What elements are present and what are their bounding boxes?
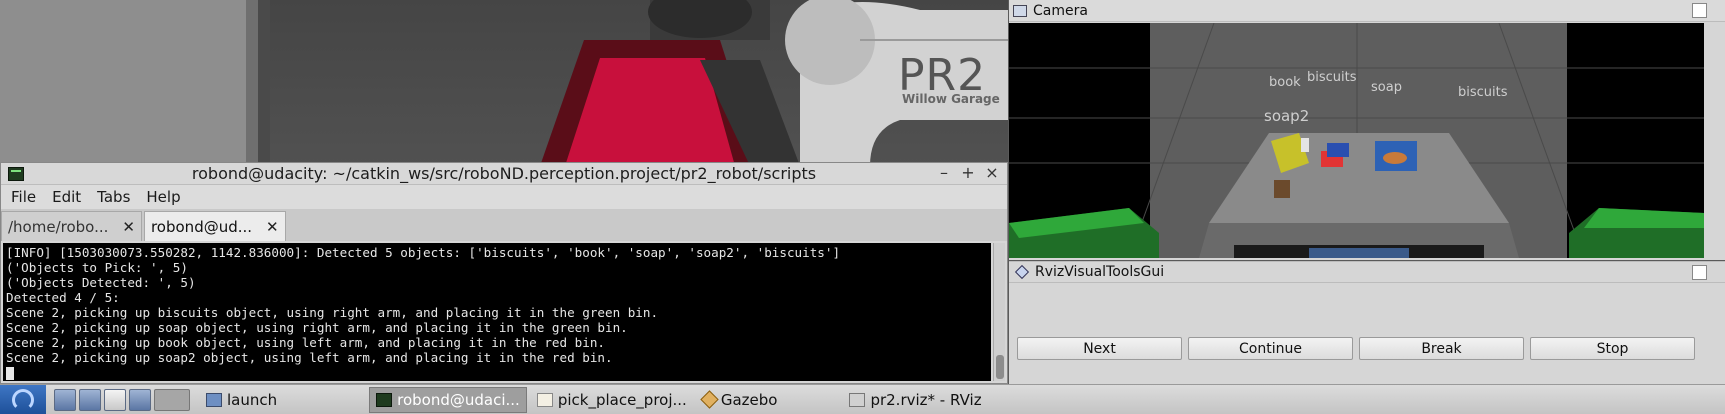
- camera-image[interactable]: book biscuits soap biscuits soap2: [1009, 23, 1704, 258]
- diamond-icon: [1014, 264, 1030, 280]
- workspace-switcher-icon[interactable]: [154, 388, 190, 411]
- tab-label: robond@ud...: [150, 217, 253, 236]
- stop-button[interactable]: Stop: [1530, 337, 1695, 360]
- menu-edit[interactable]: Edit: [46, 188, 87, 206]
- folder-icon: [206, 392, 222, 407]
- terminal-scrollbar[interactable]: [993, 243, 1005, 381]
- taskbar-item-editor[interactable]: pick_place_proj...: [531, 387, 693, 413]
- text-cursor: [6, 367, 14, 380]
- rviz-tools-header: RvizVisualToolsGui: [1009, 261, 1725, 283]
- start-icon: [12, 388, 34, 411]
- continue-button[interactable]: Continue: [1188, 337, 1353, 360]
- start-menu-button[interactable]: [0, 384, 46, 414]
- panel-close-checkbox[interactable]: [1692, 265, 1707, 280]
- desktop-icon[interactable]: [104, 388, 126, 411]
- rviz-tools-title: RvizVisualToolsGui: [1035, 264, 1165, 280]
- taskbar-item-label: pr2.rviz* - RViz: [870, 390, 982, 409]
- console-line: Scene 2, picking up soap2 object, using …: [6, 350, 613, 365]
- file-manager-icon[interactable]: [54, 388, 76, 411]
- taskbar-item-label: robond@udaci...: [397, 390, 520, 409]
- terminal-tab-1[interactable]: /home/robo... ✕: [1, 211, 142, 241]
- taskbar-item-label: Gazebo: [720, 390, 778, 409]
- tab-close-icon[interactable]: ✕: [122, 218, 135, 236]
- camera-icon: [1013, 4, 1027, 17]
- object-label-soap: soap: [1371, 80, 1402, 95]
- menu-help[interactable]: Help: [140, 188, 186, 206]
- console-line: Detected 4 / 5:: [6, 290, 120, 305]
- rviz-visual-tools-panel: RvizVisualToolsGui Next Continue Break S…: [1009, 261, 1725, 384]
- taskbar-item-rviz[interactable]: pr2.rviz* - RViz: [843, 387, 987, 413]
- terminal-titlebar[interactable]: robond@udacity: ~/catkin_ws/src/roboND.p…: [1, 163, 1007, 185]
- terminal-title: robond@udacity: ~/catkin_ws/src/roboND.p…: [191, 164, 817, 183]
- terminal-launcher-icon[interactable]: [79, 388, 101, 411]
- object-label-book: book: [1269, 75, 1301, 90]
- console-line: Scene 2, picking up soap object, using r…: [6, 320, 628, 335]
- tab-close-icon[interactable]: ✕: [266, 218, 279, 236]
- panel-close-checkbox[interactable]: [1692, 3, 1707, 18]
- document-icon: [536, 392, 553, 407]
- taskbar-item-label: pick_place_proj...: [557, 390, 687, 409]
- quick-launch: [54, 388, 190, 411]
- taskbar-item-label: launch: [227, 390, 278, 409]
- object-label-biscuits-2: biscuits: [1458, 85, 1508, 100]
- object-label-soap2: soap2: [1264, 107, 1310, 125]
- close-icon[interactable]: ×: [983, 164, 1001, 182]
- terminal-tabbar: /home/robo... ✕ robond@ud... ✕: [1, 209, 1007, 241]
- terminal-window[interactable]: robond@udacity: ~/catkin_ws/src/roboND.p…: [0, 162, 1008, 384]
- taskbar: launch robond@udaci... pick_place_proj..…: [0, 384, 1725, 414]
- taskbar-item-launch[interactable]: launch: [200, 387, 283, 413]
- gazebo-3d-view[interactable]: PR2 Willow Garage: [0, 0, 1008, 166]
- rviz-icon: [849, 392, 866, 407]
- camera-panel-header: Camera: [1009, 0, 1725, 22]
- terminal-menubar: File Edit Tabs Help: [1, 185, 1007, 209]
- console-line: Scene 2, picking up biscuits object, usi…: [6, 305, 659, 320]
- pr2-brand: Willow Garage: [902, 92, 1000, 106]
- camera-panel: Camera book biscuits soap biscuits soap2: [1009, 0, 1725, 260]
- desktop: PR2 Willow Garage robond@udacity: ~/catk…: [0, 0, 1725, 414]
- terminal-output[interactable]: [INFO] [1503030073.550282, 1142.836000]:…: [3, 243, 991, 381]
- terminal-tab-2[interactable]: robond@ud... ✕: [143, 211, 286, 241]
- taskbar-item-gazebo[interactable]: Gazebo: [697, 387, 784, 413]
- console-line: ('Objects to Pick: ', 5): [6, 260, 188, 275]
- object-label-biscuits: biscuits: [1307, 70, 1357, 85]
- minimize-icon[interactable]: –: [935, 164, 953, 182]
- menu-file[interactable]: File: [5, 188, 42, 206]
- menu-tabs[interactable]: Tabs: [91, 188, 136, 206]
- console-line: ('Objects Detected: ', 5): [6, 275, 196, 290]
- next-button[interactable]: Next: [1017, 337, 1182, 360]
- camera-title: Camera: [1033, 2, 1088, 19]
- console-line: Scene 2, picking up book object, using l…: [6, 335, 605, 350]
- gazebo-robot-render: [540, 0, 1008, 166]
- terminal-icon: [376, 392, 393, 407]
- camera-scene-render: [1009, 23, 1704, 258]
- break-button[interactable]: Break: [1359, 337, 1524, 360]
- tab-label: /home/robo...: [8, 217, 109, 236]
- scrollbar-thumb[interactable]: [996, 355, 1004, 379]
- gazebo-icon: [700, 390, 719, 409]
- maximize-icon[interactable]: +: [959, 164, 977, 182]
- workspace-icon[interactable]: [129, 388, 151, 411]
- console-line: [INFO] [1503030073.550282, 1142.836000]:…: [6, 245, 841, 260]
- taskbar-item-terminal[interactable]: robond@udaci...: [369, 386, 527, 413]
